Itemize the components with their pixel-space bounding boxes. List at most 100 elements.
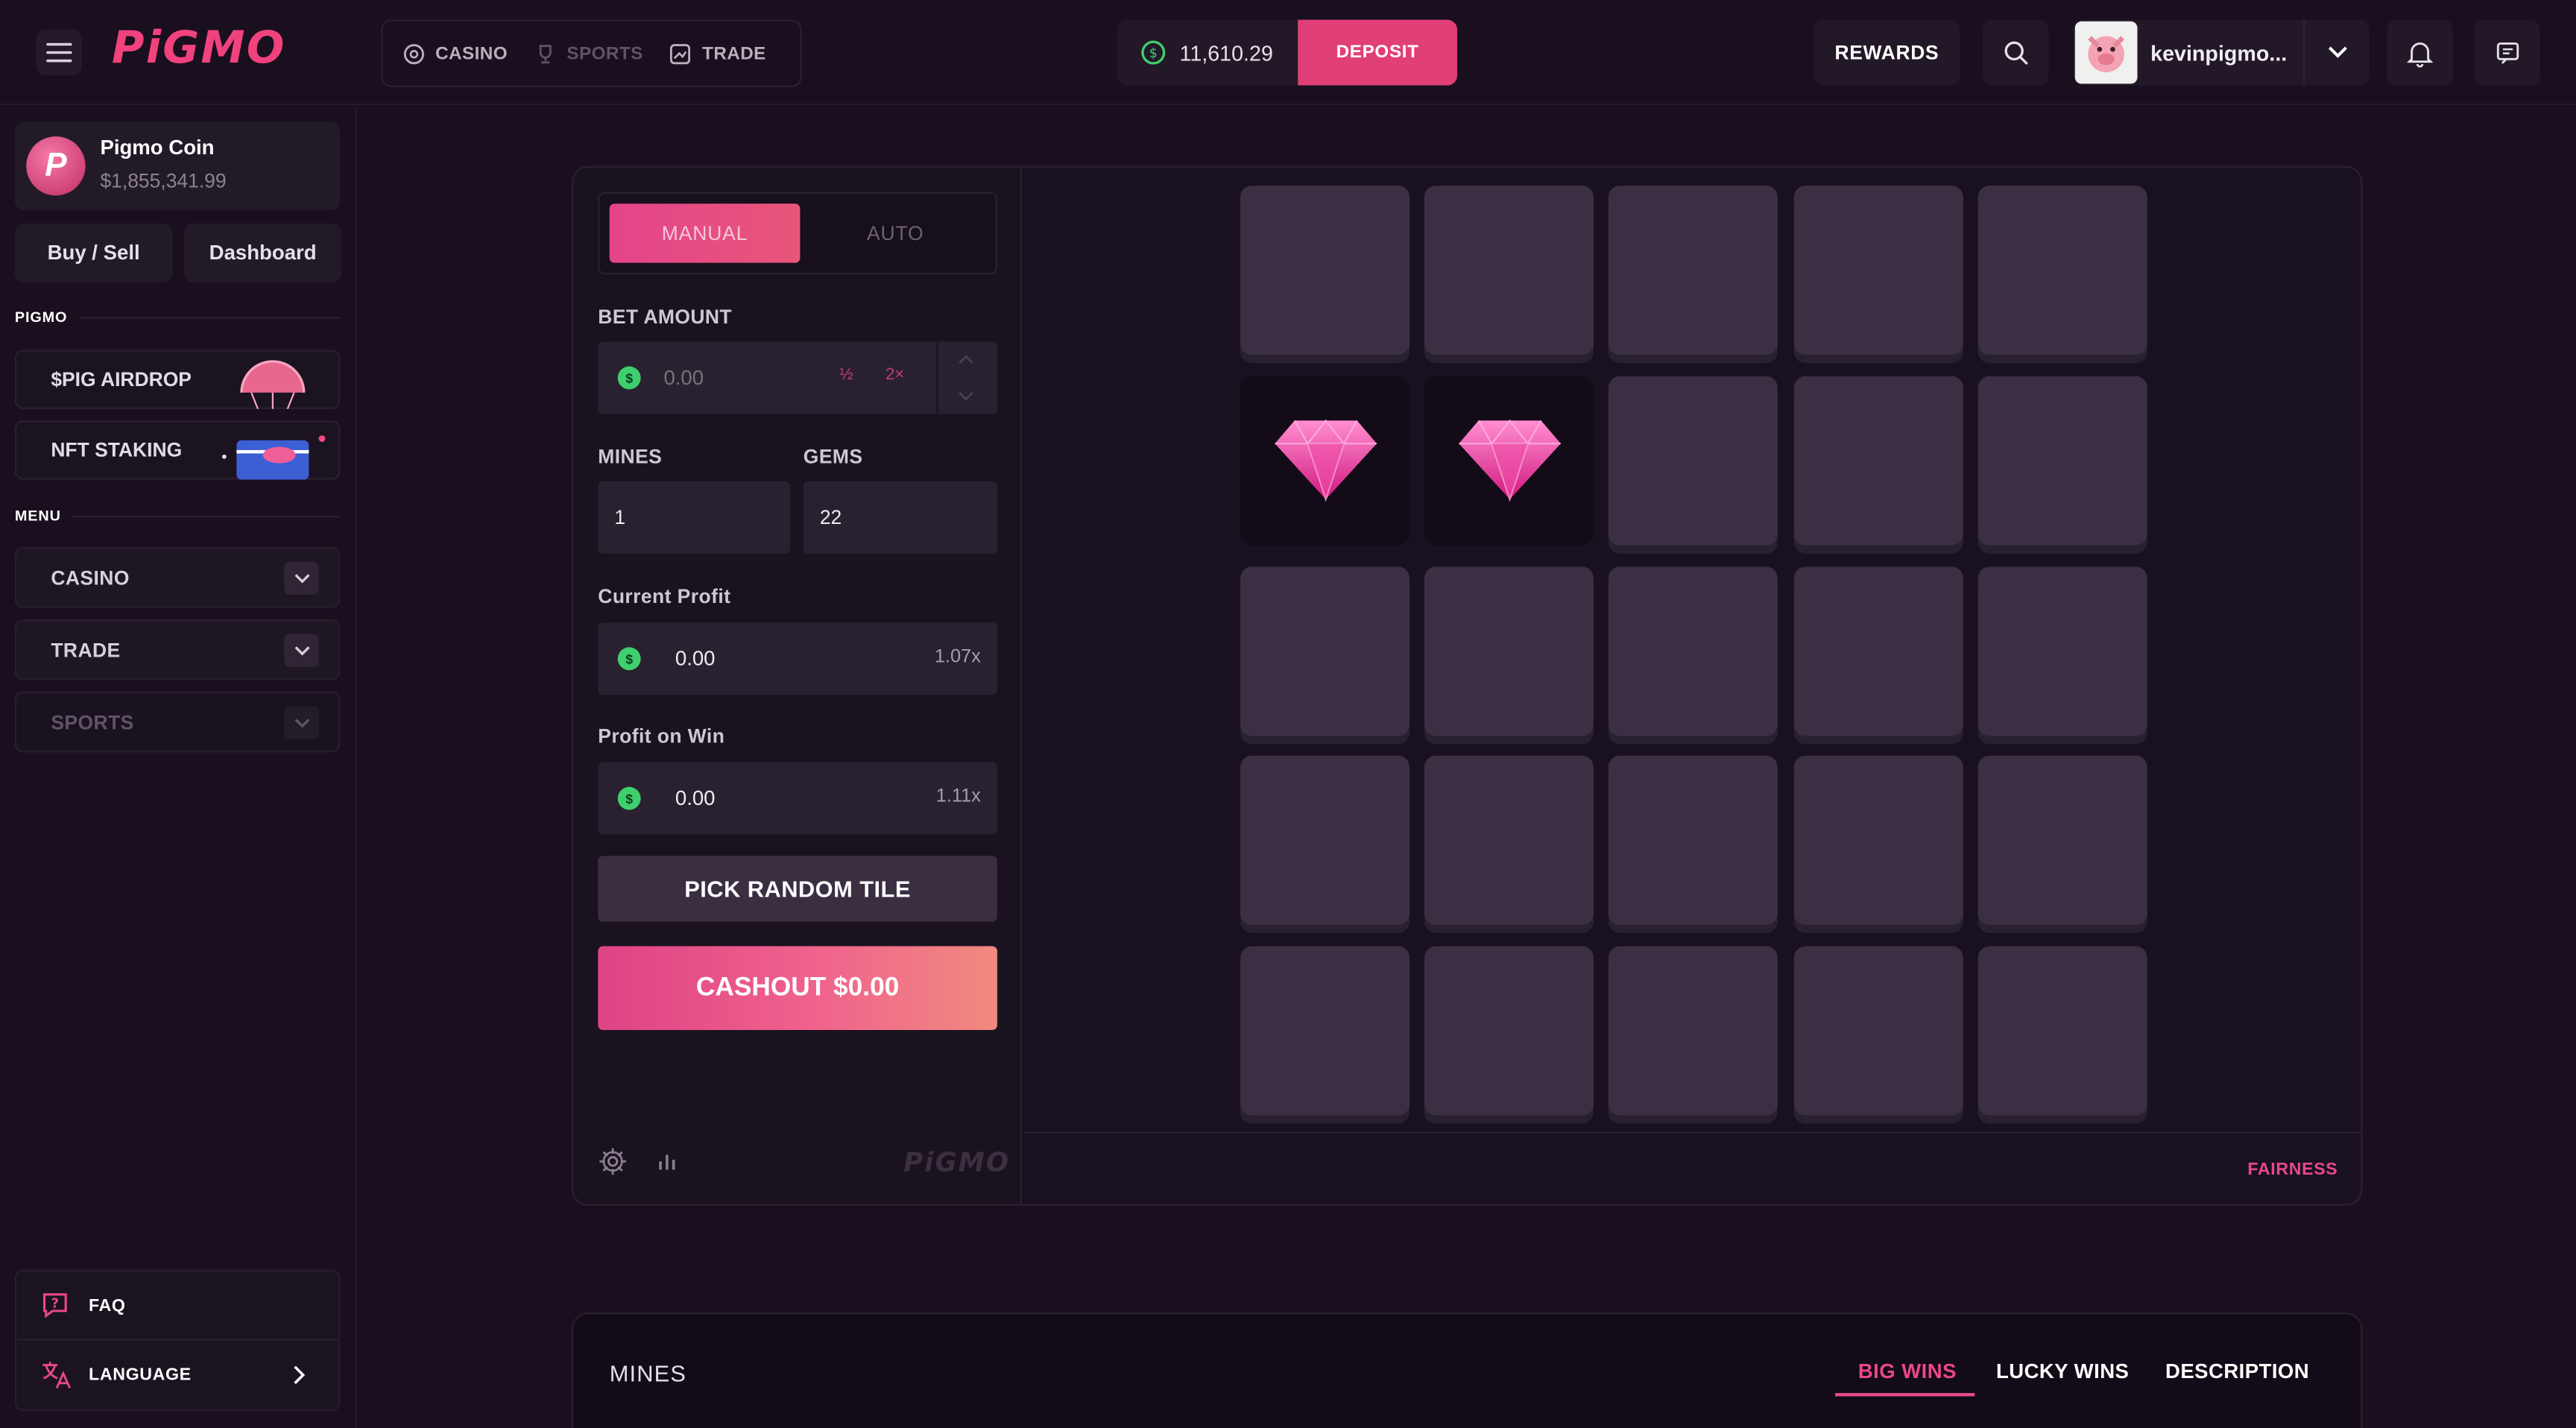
tile[interactable] [1424,946,1594,1116]
tile[interactable] [1793,376,1963,546]
tile[interactable] [1793,946,1963,1116]
menu-trade-label: TRADE [51,639,121,663]
tile[interactable] [1424,186,1594,356]
nft-staking-link[interactable]: NFT STAKING [14,420,341,480]
tile[interactable] [1609,186,1778,356]
staking-label: NFT STAKING [51,438,183,462]
buy-sell-button[interactable]: Buy / Sell [14,223,173,283]
avatar [2074,21,2138,84]
svg-text:?: ? [51,1296,59,1311]
menu-casino-label: CASINO [51,566,130,590]
mines-game: MANUAL AUTO BET AMOUNT $ ½ 2× MINES 1 GE… [572,165,2363,1206]
tile[interactable] [1609,566,1778,736]
tile[interactable] [1977,946,2147,1116]
increment-icon[interactable] [958,355,974,364]
chart-icon [670,43,691,64]
search-button[interactable] [1983,19,2049,86]
tile[interactable] [1609,946,1778,1116]
active-tab-indicator [1834,1393,1975,1397]
chevron-down-icon[interactable] [284,561,319,595]
fairness-link[interactable]: FAIRNESS [2247,1160,2337,1179]
deposit-button[interactable]: DEPOSIT [1298,19,1458,86]
dollar-icon: $ [617,366,641,390]
tile[interactable] [1240,756,1410,926]
balance-box: $ 11,610.29 DEPOSIT [1117,19,1458,86]
logo[interactable]: PiGMO [112,23,286,74]
coin-price: $1,855,341.99 [100,169,227,192]
nav-trade[interactable]: TRADE [669,42,766,65]
nav-trade-label: TRADE [702,43,766,63]
faq-icon: ? [42,1293,67,1318]
tab-auto[interactable]: AUTO [800,203,991,262]
top-bar: PiGMO CASINO SPORTS TRADE $ 11,610.29 DE… [0,0,2576,106]
settings-gear-icon[interactable] [598,1146,628,1176]
section-pigmo: PIGMO [14,309,68,326]
bet-controls: MANUAL AUTO BET AMOUNT $ ½ 2× MINES 1 GE… [573,167,1022,1204]
menu-icon[interactable] [36,29,83,76]
dashboard-button[interactable]: Dashboard [183,223,342,283]
mines-field[interactable]: 1 [598,481,791,554]
chevron-down-icon [2327,46,2346,58]
bet-amount-input[interactable] [663,361,812,394]
tile[interactable] [1793,566,1963,736]
tab-description[interactable]: DESCRIPTION [2165,1360,2309,1383]
tile[interactable] [1793,186,1963,356]
chevron-down-icon[interactable] [284,706,319,739]
rewards-button[interactable]: REWARDS [1813,19,1960,86]
user-dropdown[interactable] [2303,19,2369,86]
profit-on-win-multiplier: 1.11x [935,786,981,807]
chevron-down-icon[interactable] [284,634,319,667]
bet-amount-label: BET AMOUNT [598,305,733,329]
decrement-icon[interactable] [958,391,974,401]
casino-chip-icon [403,43,424,64]
tab-manual[interactable]: MANUAL [609,203,801,263]
parachute-icon [240,360,306,409]
divider [78,317,341,319]
tile[interactable] [1977,376,2147,546]
menu-trade[interactable]: TRADE [14,619,341,680]
menu-casino[interactable]: CASINO [14,546,341,608]
tile[interactable] [1977,756,2147,926]
tile[interactable] [1609,756,1778,926]
tile[interactable] [1240,566,1410,736]
tile[interactable] [1240,946,1410,1116]
language-link[interactable]: LANGUAGE [14,1340,341,1412]
chat-icon [2496,41,2519,63]
user-menu[interactable]: kevinpigmo... [2073,19,2370,86]
nav-casino[interactable]: CASINO [402,42,508,65]
airdrop-link[interactable]: $PIG AIRDROP [14,350,341,409]
balance[interactable]: $ 11,610.29 [1117,40,1298,66]
sidebar: P Pigmo Coin $1,855,341.99 Buy / Sell Da… [0,107,357,1428]
tile[interactable] [1424,756,1594,926]
tile[interactable] [1977,566,2147,736]
cashout-button[interactable]: CASHOUT $0.00 [598,946,997,1030]
tile-gem[interactable] [1240,376,1410,546]
tab-big-wins[interactable]: BIG WINS [1858,1360,1957,1383]
chat-button[interactable] [2474,19,2540,86]
tab-lucky-wins[interactable]: LUCKY WINS [1996,1360,2129,1383]
tile[interactable] [1609,376,1778,546]
mines-value: 1 [614,505,626,529]
tile[interactable] [1240,186,1410,356]
tile-gem[interactable] [1424,376,1594,546]
half-bet-button[interactable]: ½ [839,367,853,385]
pig-avatar-icon [2088,36,2125,72]
nav-sports[interactable]: SPORTS [534,42,643,65]
gem-icon [1274,420,1376,503]
pigmo-coin-card[interactable]: P Pigmo Coin $1,855,341.99 [14,121,341,211]
tile[interactable] [1793,756,1963,926]
faq-link[interactable]: ? FAQ [14,1269,341,1341]
tile[interactable] [1977,186,2147,356]
airdrop-label: $PIG AIRDROP [51,367,192,391]
menu-sports[interactable]: SPORTS [14,691,341,753]
bell-icon [2407,41,2434,67]
stats-bars-icon[interactable] [657,1151,677,1171]
pick-random-tile-button[interactable]: PICK RANDOM TILE [598,856,997,922]
section-menu: MENU [14,508,61,525]
mode-tabs: MANUAL AUTO [598,192,997,275]
double-bet-button[interactable]: 2× [886,367,904,385]
tile[interactable] [1424,566,1594,736]
top-nav: CASINO SPORTS TRADE [381,19,802,87]
gems-value: 22 [819,505,842,529]
notifications-button[interactable] [2387,19,2453,86]
